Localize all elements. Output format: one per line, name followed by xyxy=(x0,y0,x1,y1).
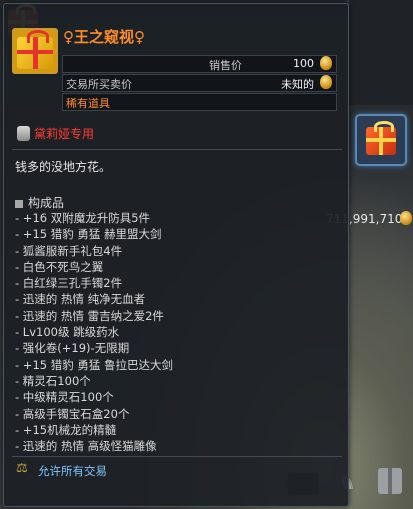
bullet-square-icon xyxy=(15,199,23,208)
divider xyxy=(12,149,342,150)
gift-box-icon xyxy=(366,120,396,155)
sell-price-value: 100 xyxy=(293,57,314,70)
trade-info: 允许所有交易 xyxy=(38,464,107,478)
item-icon xyxy=(12,28,58,74)
list-item: - 中级精灵石100个 xyxy=(15,390,114,405)
list-item: - 白色不死鸟之翼 xyxy=(15,259,104,274)
sell-price-row: 销售价 100 xyxy=(62,55,337,73)
list-item: - 精灵石100个 xyxy=(15,373,91,388)
list-item: - +15 猎豹 勇猛 赫里盟大剑 xyxy=(15,227,162,242)
inventory-slot[interactable] xyxy=(355,114,407,166)
market-price-label: 交易所买卖价 xyxy=(66,78,132,91)
gift-shop-icon[interactable] xyxy=(378,468,402,494)
list-item: - Lv100级 跳级药水 xyxy=(15,325,120,340)
item-tooltip: ♀王之窥视♀ 销售价 100 交易所买卖价 未知的 稀有道具 黛莉娅专用 钱多的… xyxy=(3,3,349,507)
armor-icon xyxy=(17,126,30,141)
market-price-value: 未知的 xyxy=(281,78,314,91)
list-item: - 迅速的 热情 纯净无血者 xyxy=(15,292,146,307)
coin-bag-icon xyxy=(320,56,332,70)
components-header-label: 构成品 xyxy=(28,196,65,210)
list-item: - 高级手镯宝石盒20个 xyxy=(15,406,130,421)
item-description: 钱多的没地方花。 xyxy=(15,160,112,174)
list-item: - 强化卷(+19)-无限期 xyxy=(15,341,130,356)
item-grade-row: 稀有道具 xyxy=(62,93,337,111)
divider xyxy=(12,456,342,457)
gift-box-icon xyxy=(17,29,53,69)
sell-price-label: 销售价 xyxy=(209,59,242,72)
list-item: - 白红绿三孔手镯2件 xyxy=(15,276,123,291)
list-item: - 迅速的 热情 雷吉纳之爱2件 xyxy=(15,308,164,323)
list-item: - +15机械龙的精髓 xyxy=(15,422,117,437)
components-header: 构成品 xyxy=(15,194,64,211)
item-grade: 稀有道具 xyxy=(66,97,110,110)
components-list: - +16 双附魔龙升防具5件 - +15 猎豹 勇猛 赫里盟大剑 - 狐酱服新… xyxy=(15,210,173,454)
list-item: - +15 猎豹 勇猛 鲁拉巴达大剑 xyxy=(15,357,174,372)
coin-bag-icon xyxy=(400,211,412,225)
market-price-row: 交易所买卖价 未知的 xyxy=(62,74,337,92)
list-item: - 迅速的 热情 高级怪猫雕像 xyxy=(15,439,157,454)
scale-icon: ⚖ xyxy=(16,461,28,476)
list-item: - +16 双附魔龙升防具5件 xyxy=(15,211,151,225)
item-title: ♀王之窥视♀ xyxy=(63,28,145,46)
background-panel xyxy=(348,0,413,105)
class-restriction: 黛莉娅专用 xyxy=(34,127,95,141)
coin-bag-icon xyxy=(320,75,332,89)
list-item: - 狐酱服新手礼包4件 xyxy=(15,243,123,258)
